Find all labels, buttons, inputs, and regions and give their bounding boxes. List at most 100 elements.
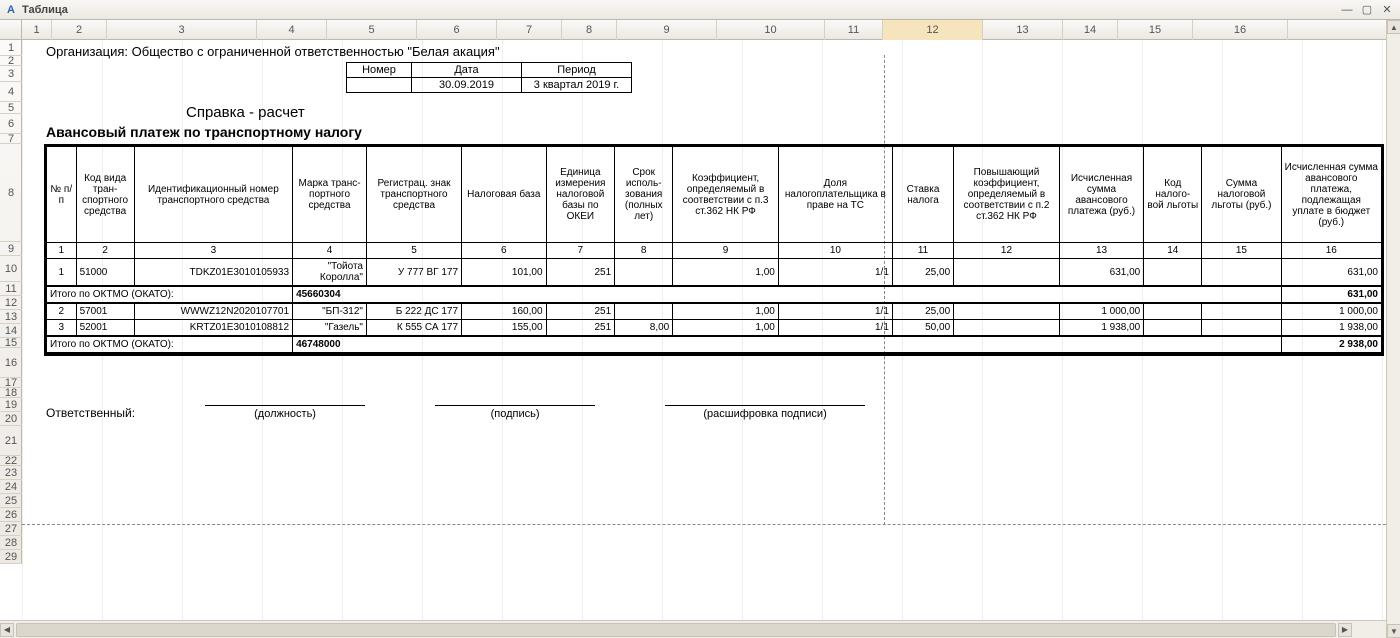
row-head[interactable]: 16 — [0, 348, 22, 378]
col-header: Сумма налоговой льготы (руб.) — [1202, 147, 1281, 243]
col-head[interactable]: 12 — [883, 20, 983, 40]
main-table: № п/п Код вида тран-спортного средства И… — [46, 146, 1382, 354]
cell: Б 222 ДС 177 — [366, 303, 461, 320]
col-header: Марка транс-портного средства — [293, 147, 367, 243]
cell — [954, 259, 1060, 287]
col-head[interactable]: 14 — [1063, 20, 1118, 40]
col-header: Код вида тран-спортного средства — [76, 147, 134, 243]
scroll-down-button[interactable]: ▼ — [1387, 624, 1400, 638]
col-head[interactable]: 2 — [52, 20, 107, 40]
cell: 51000 — [76, 259, 134, 287]
col-header: Единица измерения налоговой базы по ОКЕИ — [546, 147, 615, 243]
table-row: 1 51000 TDKZ01E3010105933 "Тойота Королл… — [47, 259, 1382, 287]
col-head[interactable]: 5 — [327, 20, 417, 40]
cell: 2 — [47, 303, 77, 320]
column-ruler: 1 2 3 4 5 6 7 8 9 10 11 12 13 14 15 16 — [0, 20, 1386, 40]
row-head[interactable]: 12 — [0, 296, 22, 310]
row-head[interactable]: 6 — [0, 114, 22, 134]
col-num: 15 — [1202, 243, 1281, 259]
row-head[interactable]: 3 — [0, 66, 22, 82]
scroll-right-button[interactable]: ▶ — [1338, 623, 1352, 637]
col-num: 1 — [47, 243, 77, 259]
col-head[interactable]: 9 — [617, 20, 717, 40]
row-head[interactable]: 20 — [0, 412, 22, 426]
row-head[interactable]: 28 — [0, 536, 22, 550]
subtotal-row: Итого по ОКТМО (ОКАТО): 45660304 631,00 — [47, 286, 1382, 303]
table-row: 2 57001 WWWZ12N2020107701 "БП-312" Б 222… — [47, 303, 1382, 320]
cell: 25,00 — [892, 259, 953, 287]
horizontal-scrollbar[interactable]: ◀ ▶ — [0, 620, 1386, 638]
col-num: 9 — [673, 243, 779, 259]
cell — [1144, 320, 1202, 337]
row-head[interactable]: 10 — [0, 256, 22, 282]
minimize-button[interactable]: — — [1338, 3, 1356, 17]
sheet[interactable]: Организация: Общество с ограниченной отв… — [22, 40, 1386, 620]
row-head[interactable]: 21 — [0, 426, 22, 456]
row-head[interactable]: 22 — [0, 456, 22, 466]
cell: 1,00 — [673, 320, 779, 337]
cell: 251 — [546, 259, 615, 287]
row-head[interactable]: 9 — [0, 242, 22, 256]
scroll-thumb[interactable] — [16, 623, 1336, 637]
col-head[interactable]: 1 — [22, 20, 52, 40]
col-head[interactable]: 10 — [717, 20, 825, 40]
vertical-scrollbar[interactable]: ▲ ▼ — [1386, 20, 1400, 638]
row-head[interactable]: 7 — [0, 134, 22, 144]
row-head[interactable]: 13 — [0, 310, 22, 324]
row-head[interactable]: 25 — [0, 494, 22, 508]
col-head[interactable]: 13 — [983, 20, 1063, 40]
col-head[interactable]: 6 — [417, 20, 497, 40]
sig-cap-signature: (подпись) — [435, 408, 595, 420]
cell — [1202, 303, 1281, 320]
scroll-up-button[interactable]: ▲ — [1387, 20, 1400, 34]
col-num: 6 — [462, 243, 546, 259]
row-head[interactable]: 29 — [0, 550, 22, 564]
row-head[interactable]: 11 — [0, 282, 22, 296]
row-head[interactable]: 18 — [0, 388, 22, 398]
row-head[interactable]: 5 — [0, 102, 22, 114]
col-num: 3 — [134, 243, 292, 259]
col-num: 8 — [615, 243, 673, 259]
cell: 631,00 — [1059, 259, 1143, 287]
row-head[interactable]: 8 — [0, 144, 22, 242]
row-head[interactable]: 2 — [0, 56, 22, 66]
col-head[interactable]: 11 — [825, 20, 883, 40]
col-num: 10 — [778, 243, 892, 259]
maximize-button[interactable]: ▢ — [1358, 3, 1376, 17]
col-head[interactable]: 4 — [257, 20, 327, 40]
row-head[interactable]: 26 — [0, 508, 22, 522]
col-num: 2 — [76, 243, 134, 259]
cell: 160,00 — [462, 303, 546, 320]
col-header: Доля налогоплательщика в праве на ТС — [778, 147, 892, 243]
col-num: 13 — [1059, 243, 1143, 259]
subtotal-due: 631,00 — [1281, 286, 1381, 303]
col-num: 12 — [954, 243, 1060, 259]
col-head[interactable]: 15 — [1118, 20, 1193, 40]
row-head[interactable]: 19 — [0, 398, 22, 412]
col-head[interactable]: 7 — [497, 20, 562, 40]
cell: 251 — [546, 320, 615, 337]
row-head[interactable]: 24 — [0, 480, 22, 494]
sig-cap-fullname: (расшифровка подписи) — [665, 408, 865, 420]
row-head[interactable]: 4 — [0, 82, 22, 102]
cell — [1202, 320, 1281, 337]
row-head[interactable]: 15 — [0, 338, 22, 348]
col-head[interactable]: 16 — [1193, 20, 1288, 40]
col-head[interactable]: 8 — [562, 20, 617, 40]
app-icon: A — [4, 3, 18, 17]
col-head[interactable]: 3 — [107, 20, 257, 40]
cell: 631,00 — [1281, 259, 1381, 287]
row-head[interactable]: 27 — [0, 522, 22, 536]
titlebar: A Таблица — ▢ ✕ — [0, 0, 1400, 20]
scroll-left-button[interactable]: ◀ — [0, 623, 14, 637]
row-head[interactable]: 23 — [0, 466, 22, 480]
col-header: Налоговая база — [462, 147, 546, 243]
col-header: Срок исполь-зования (полных лет) — [615, 147, 673, 243]
cell — [615, 259, 673, 287]
signature-row: Ответственный: (должность) (подпись) (ра… — [46, 390, 1366, 420]
cell — [1144, 259, 1202, 287]
close-button[interactable]: ✕ — [1378, 3, 1396, 17]
cell — [954, 320, 1060, 337]
ref-label: Справка - расчет — [186, 104, 305, 121]
header-row: № п/п Код вида тран-спортного средства И… — [47, 147, 1382, 243]
